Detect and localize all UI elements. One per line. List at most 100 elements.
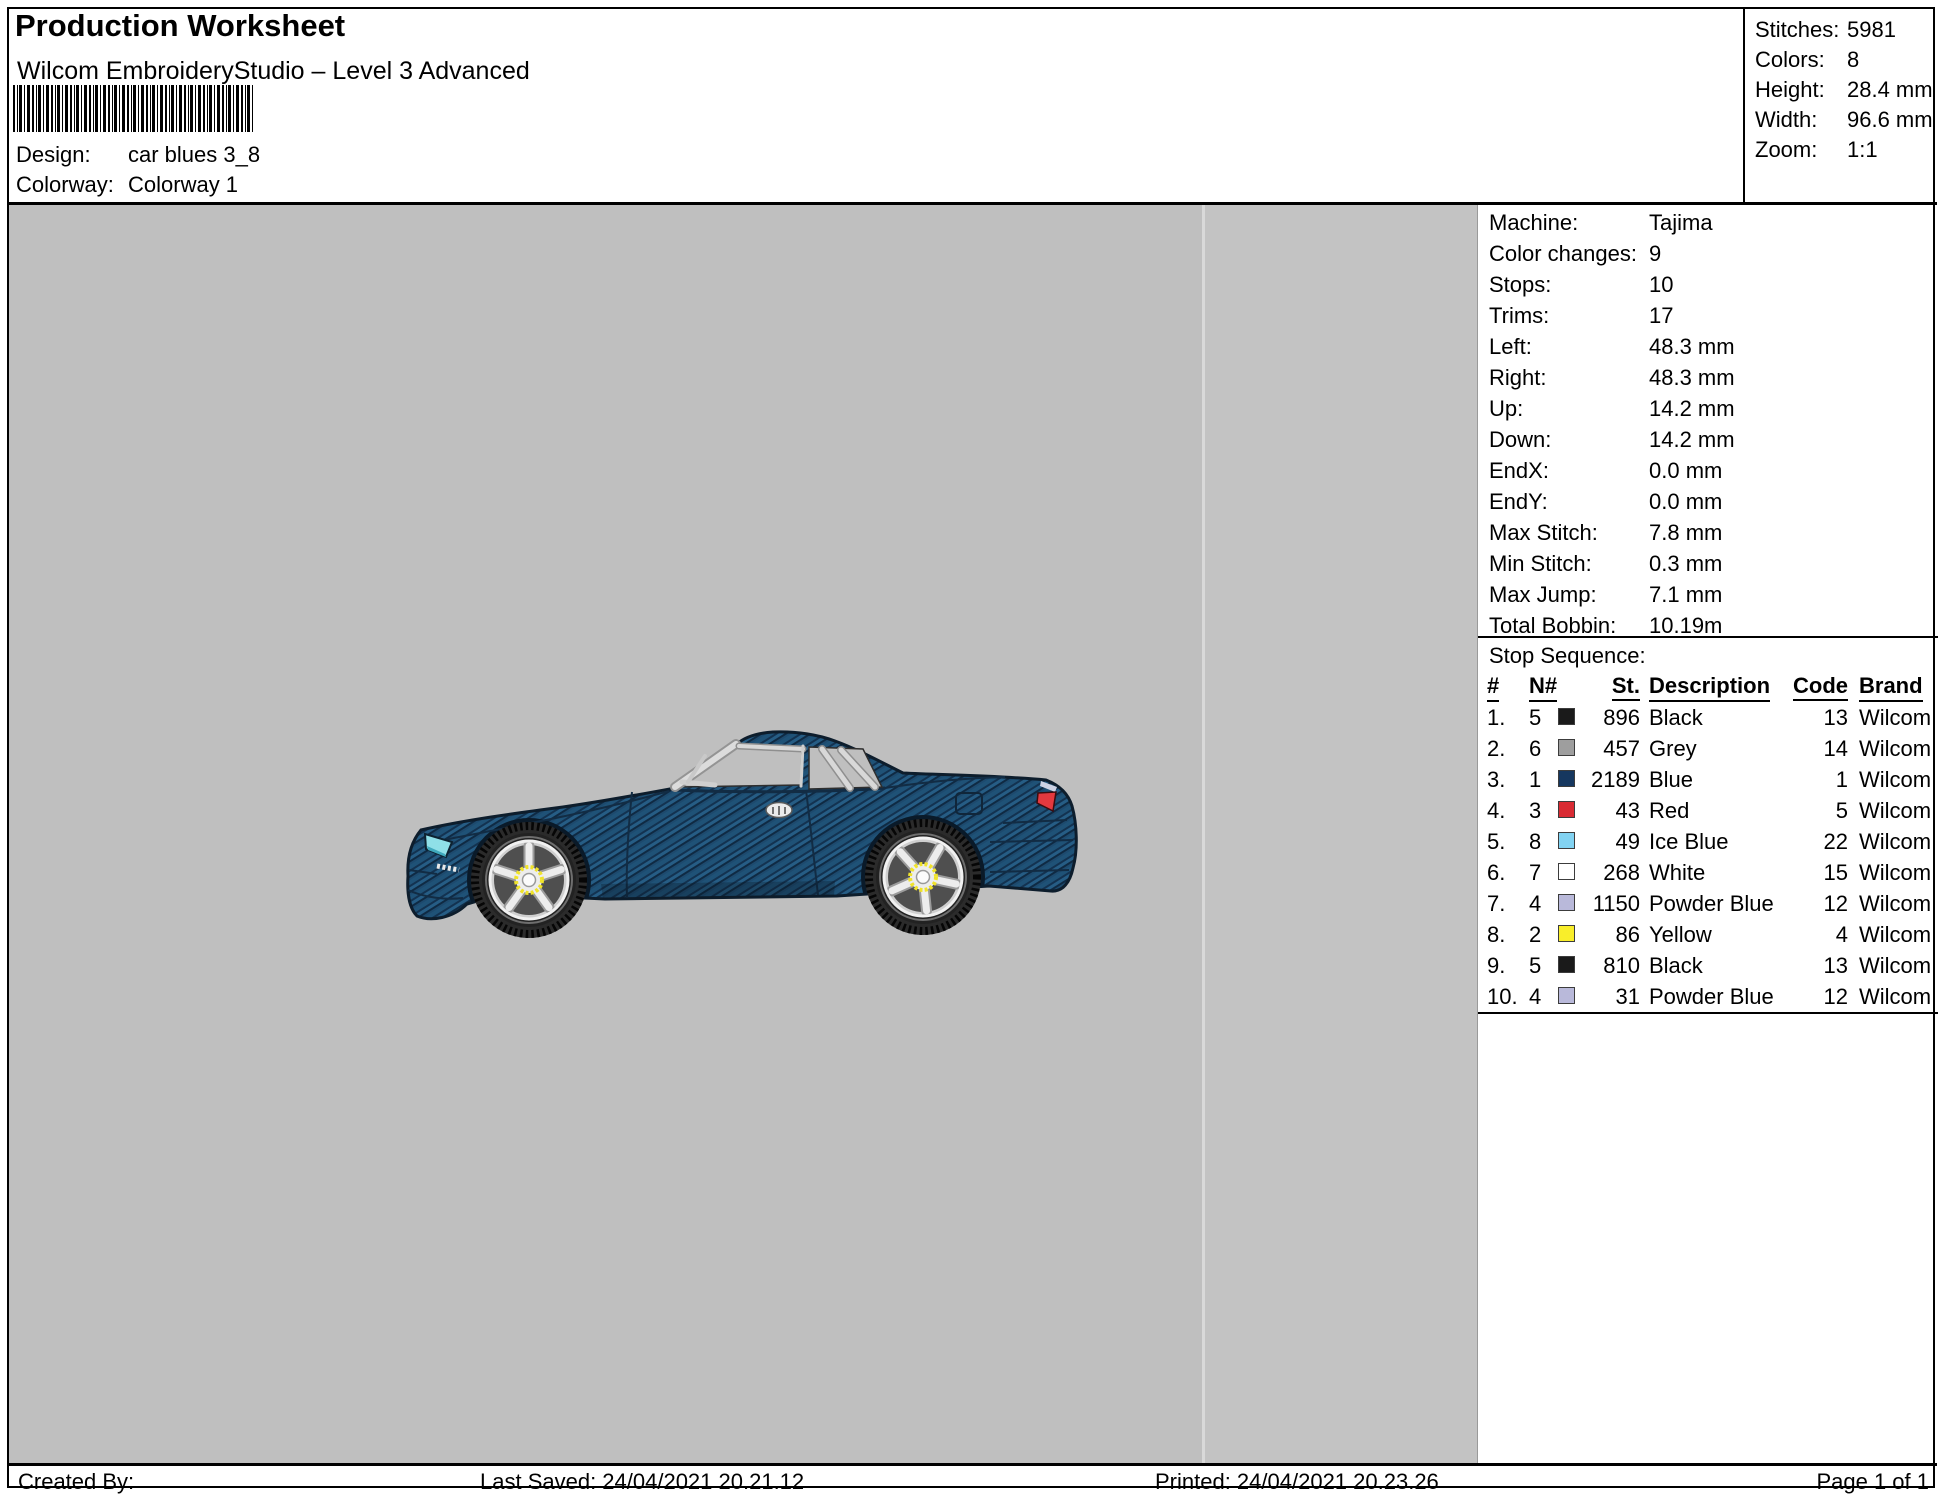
- stop-sequence-table: 1.5896Black13Wilcom 2.6457Grey14Wilcom 3…: [1478, 702, 1938, 1012]
- color-chip: [1558, 739, 1575, 756]
- row-num: 4.: [1487, 795, 1505, 826]
- row-code: 15: [1778, 857, 1848, 888]
- machine-label: Trims:: [1489, 303, 1549, 328]
- color-chip: [1558, 956, 1575, 973]
- row-needle: 6: [1529, 733, 1541, 764]
- row-brand: Wilcom: [1859, 981, 1931, 1012]
- table-row: 4.343Red5Wilcom: [1478, 795, 1938, 826]
- row-brand: Wilcom: [1859, 826, 1931, 857]
- row-description: Yellow: [1649, 919, 1712, 950]
- row-brand: Wilcom: [1859, 733, 1931, 764]
- table-row: 6.7268White15Wilcom: [1478, 857, 1938, 888]
- machine-value: 0.3 mm: [1649, 548, 1722, 579]
- machine-row: Down:14.2 mm: [1478, 424, 1938, 455]
- table-row: 2.6457Grey14Wilcom: [1478, 733, 1938, 764]
- summary-row-zoom: Zoom:1:1: [1745, 135, 1936, 165]
- table-row: 9.5810Black13Wilcom: [1478, 950, 1938, 981]
- color-chip: [1558, 770, 1575, 787]
- row-code: 12: [1778, 888, 1848, 919]
- row-stitches: 86: [1574, 919, 1640, 950]
- row-brand: Wilcom: [1859, 888, 1931, 919]
- table-row: 3.12189Blue1Wilcom: [1478, 764, 1938, 795]
- machine-row: Right:48.3 mm: [1478, 362, 1938, 393]
- row-description: Red: [1649, 795, 1689, 826]
- machine-label: Total Bobbin:: [1489, 613, 1616, 638]
- row-needle: 5: [1529, 950, 1541, 981]
- row-description: Black: [1649, 950, 1703, 981]
- front-wheel: [471, 822, 587, 938]
- color-chip: [1558, 987, 1575, 1004]
- machine-row: Max Stitch:7.8 mm: [1478, 517, 1938, 548]
- machine-row: Machine:Tajima: [1478, 207, 1938, 238]
- page-footer: Created By: Last Saved: 24/04/2021 20.21…: [9, 1463, 1937, 1492]
- summary-value: 28.4 mm: [1847, 75, 1933, 105]
- stop-sequence-title: Stop Sequence:: [1489, 643, 1646, 669]
- machine-row: EndY:0.0 mm: [1478, 486, 1938, 517]
- table-row: 8.286Yellow4Wilcom: [1478, 919, 1938, 950]
- summary-value: 1:1: [1847, 135, 1878, 165]
- summary-row-width: Width: 96.6 mm: [1745, 105, 1936, 135]
- row-description: White: [1649, 857, 1705, 888]
- row-code: 13: [1778, 702, 1848, 733]
- row-num: 10.: [1487, 981, 1518, 1012]
- machine-value: 10: [1649, 269, 1673, 300]
- last-saved-text: Last Saved: 24/04/2021 20.21.12: [480, 1469, 804, 1495]
- row-brand: Wilcom: [1859, 795, 1931, 826]
- machine-label: Up:: [1489, 396, 1523, 421]
- row-needle: 4: [1529, 888, 1541, 919]
- stop-sequence-header: # N# St. Description Code Brand: [1478, 673, 1938, 703]
- machine-value: 9: [1649, 238, 1661, 269]
- summary-label: Width:: [1755, 107, 1817, 132]
- color-chip: [1558, 894, 1575, 911]
- summary-value: 5981: [1847, 15, 1896, 45]
- row-needle: 5: [1529, 702, 1541, 733]
- row-stitches: 896: [1574, 702, 1640, 733]
- row-num: 1.: [1487, 702, 1505, 733]
- row-stitches: 31: [1574, 981, 1640, 1012]
- production-worksheet-page: Production Worksheet Wilcom EmbroiderySt…: [0, 0, 1946, 1497]
- row-stitches: 43: [1574, 795, 1640, 826]
- row-brand: Wilcom: [1859, 857, 1931, 888]
- row-code: 14: [1778, 733, 1848, 764]
- row-brand: Wilcom: [1859, 764, 1931, 795]
- summary-row-height: Height:28.4 mm: [1745, 75, 1936, 105]
- col-code: Code: [1793, 673, 1848, 701]
- row-needle: 1: [1529, 764, 1541, 795]
- header-separator: [9, 202, 1937, 205]
- door-emblem: [766, 803, 792, 818]
- table-bottom-line: [1478, 1012, 1938, 1014]
- col-needle: N#: [1529, 673, 1557, 702]
- row-stitches: 49: [1574, 826, 1640, 857]
- machine-rows: Machine:Tajima Color changes:9 Stops:10 …: [1478, 207, 1938, 641]
- machine-value: 7.1 mm: [1649, 579, 1722, 610]
- row-description: Powder Blue: [1649, 888, 1774, 919]
- machine-value: Tajima: [1649, 207, 1713, 238]
- row-brand: Wilcom: [1859, 919, 1931, 950]
- machine-label: Stops:: [1489, 272, 1551, 297]
- printed-text: Printed: 24/04/2021 20.23.26: [1155, 1469, 1439, 1495]
- machine-label: EndY:: [1489, 489, 1548, 514]
- panel-separator: [1478, 636, 1938, 638]
- row-num: 3.: [1487, 764, 1505, 795]
- machine-row: EndX:0.0 mm: [1478, 455, 1938, 486]
- row-code: 4: [1778, 919, 1848, 950]
- color-chip: [1558, 863, 1575, 880]
- row-needle: 8: [1529, 826, 1541, 857]
- row-stitches: 1150: [1574, 888, 1640, 919]
- row-code: 1: [1778, 764, 1848, 795]
- row-num: 6.: [1487, 857, 1505, 888]
- machine-value: 14.2 mm: [1649, 393, 1735, 424]
- row-code: 5: [1778, 795, 1848, 826]
- summary-value: 96.6 mm: [1847, 105, 1933, 135]
- machine-value: 17: [1649, 300, 1673, 331]
- machine-value: 48.3 mm: [1649, 331, 1735, 362]
- row-needle: 4: [1529, 981, 1541, 1012]
- summary-box: Stitches:5981 Colors:8 Height:28.4 mm Wi…: [1743, 9, 1936, 202]
- row-code: 22: [1778, 826, 1848, 857]
- col-stitches: St.: [1612, 673, 1640, 701]
- design-preview-car: [405, 730, 1085, 960]
- design-barcode: [13, 85, 254, 132]
- table-row: 1.5896Black13Wilcom: [1478, 702, 1938, 733]
- canvas-right-area: [1205, 205, 1477, 1463]
- design-row: Design:car blues 3_8: [16, 142, 260, 168]
